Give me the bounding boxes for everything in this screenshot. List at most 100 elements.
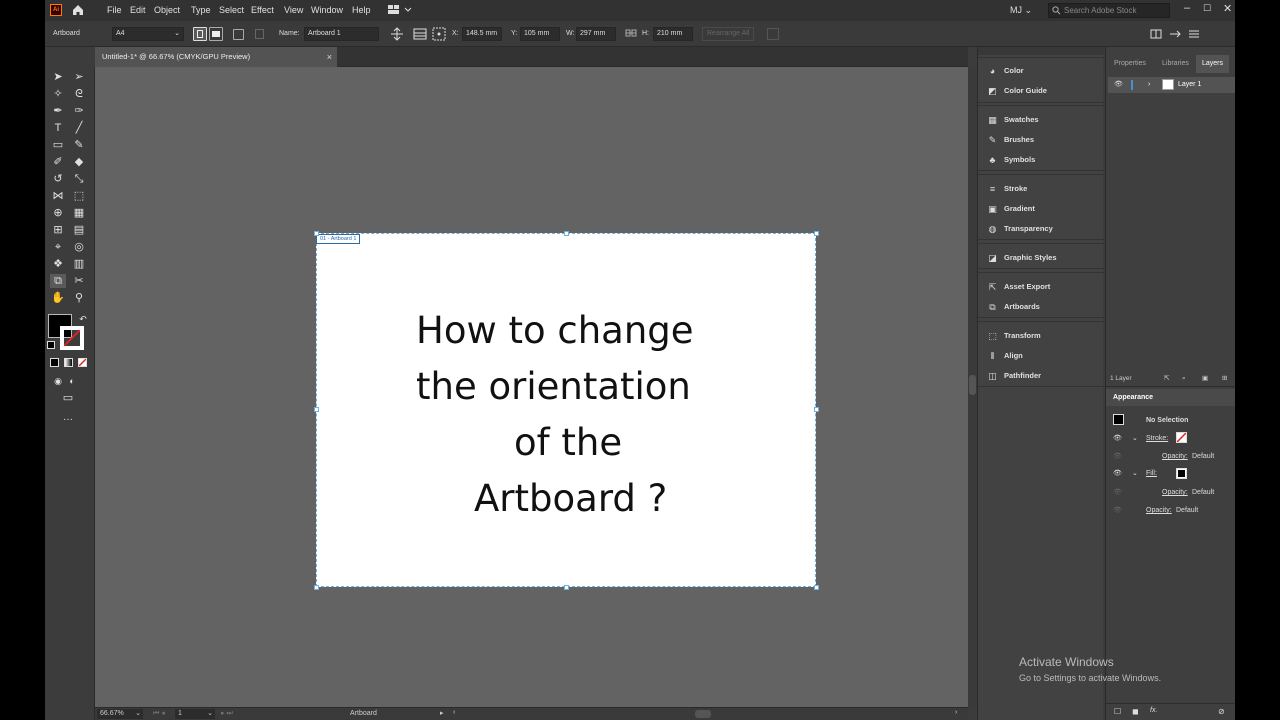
artboard-handle[interactable]: [814, 407, 819, 412]
visibility-eye-icon[interactable]: 👁: [1113, 506, 1122, 514]
artboard-handle[interactable]: [564, 585, 569, 590]
visibility-eye-icon[interactable]: 👁: [1113, 434, 1122, 442]
dock-pathfinder[interactable]: ◫ Pathfinder: [978, 366, 1104, 386]
dock-transform[interactable]: ⬚ Transform: [978, 326, 1104, 346]
swap-fill-stroke-icon[interactable]: ↶: [75, 312, 91, 326]
shape-builder-tool-icon[interactable]: ⊕: [50, 206, 66, 220]
dock-color[interactable]: ◕ Color: [978, 61, 1104, 81]
free-transform-tool-icon[interactable]: ⬚: [71, 189, 87, 203]
artboard-name-field[interactable]: Artboard 1: [304, 27, 379, 41]
close-icon[interactable]: ✕: [1223, 2, 1232, 15]
artboard-handle[interactable]: [814, 585, 819, 590]
panel-menu-icon[interactable]: [1188, 28, 1200, 40]
slice-tool-icon[interactable]: ✂: [71, 274, 87, 288]
rectangle-tool-icon[interactable]: ▭: [50, 138, 66, 152]
magic-wand-tool-icon[interactable]: ✧: [50, 87, 66, 101]
tab-properties[interactable]: Properties: [1108, 55, 1152, 73]
width-field[interactable]: 297 mm: [576, 27, 616, 41]
gradient-tool-icon[interactable]: ▤: [71, 223, 87, 237]
menu-type[interactable]: Type: [191, 5, 211, 15]
tab-libraries[interactable]: Libraries: [1156, 55, 1195, 73]
scroll-thumb[interactable]: [969, 375, 976, 395]
dock-asset-export[interactable]: ⇱ Asset Export: [978, 277, 1104, 297]
fill-swatch[interactable]: [1176, 468, 1187, 479]
fill-label[interactable]: Fill:: [1146, 470, 1157, 477]
pen-tool-icon[interactable]: ✒: [50, 104, 66, 118]
dock-graphic-styles[interactable]: ◪ Graphic Styles: [978, 248, 1104, 268]
curvature-tool-icon[interactable]: ✑: [71, 104, 87, 118]
artboard-preset-select[interactable]: A4 ⌄: [112, 27, 184, 41]
direct-selection-tool-icon[interactable]: ➢: [71, 70, 87, 84]
clipping-mask-icon[interactable]: ▣: [1202, 371, 1208, 387]
dock-gradient[interactable]: ▣ Gradient: [978, 199, 1104, 219]
new-sublayer-icon[interactable]: ⊞: [1222, 371, 1227, 387]
eraser-tool-icon[interactable]: ◆: [71, 155, 87, 169]
dock-color-guide[interactable]: ◩ Color Guide: [978, 81, 1104, 101]
stroke-color-swatch[interactable]: [60, 326, 84, 350]
add-effect-icon[interactable]: fx.: [1150, 707, 1157, 714]
tab-layers[interactable]: Layers: [1196, 55, 1230, 73]
layer-row[interactable]: 👁 › Layer 1 ○: [1108, 77, 1235, 93]
scale-tool-icon[interactable]: ⤡: [71, 172, 87, 186]
add-stroke-icon[interactable]: ☐: [1114, 707, 1121, 716]
visibility-eye-icon[interactable]: 👁: [1113, 488, 1122, 496]
expand-layer-icon[interactable]: ›: [1148, 77, 1150, 93]
none-mode-icon[interactable]: [78, 358, 87, 367]
artboard-tool-icon[interactable]: ⧉: [50, 274, 66, 288]
menu-file[interactable]: File: [107, 5, 122, 15]
zoom-tool-icon[interactable]: ⚲: [71, 291, 87, 305]
opacity-label[interactable]: Opacity:: [1162, 489, 1188, 496]
y-position-field[interactable]: 105 mm: [520, 27, 560, 41]
vertical-scrollbar[interactable]: [968, 67, 977, 707]
dock-transparency[interactable]: ◍ Transparency: [978, 219, 1104, 239]
maximize-icon[interactable]: ☐: [1203, 3, 1211, 14]
expand-stroke-icon[interactable]: ⌄: [1132, 434, 1138, 442]
landscape-orientation-icon[interactable]: [209, 27, 223, 41]
reference-point-icon[interactable]: [432, 27, 446, 41]
x-position-field[interactable]: 148.5 mm: [462, 27, 502, 41]
color-mode-icon[interactable]: [50, 358, 59, 367]
eyedropper-tool-icon[interactable]: ⌖: [50, 240, 66, 254]
portrait-orientation-icon[interactable]: [193, 27, 207, 41]
locate-object-icon[interactable]: ⌕: [1182, 371, 1186, 387]
dock-align[interactable]: ⫴ Align: [978, 346, 1104, 366]
new-artboard-icon[interactable]: [233, 29, 244, 40]
canvas-area[interactable]: 01 - Artboard 1 How to change the orient…: [95, 67, 968, 707]
menu-edit[interactable]: Edit: [130, 5, 146, 15]
menu-window[interactable]: Window: [311, 5, 343, 15]
visibility-eye-icon[interactable]: 👁: [1113, 469, 1122, 477]
status-menu-icon[interactable]: ▸: [440, 709, 444, 717]
artboard-handle[interactable]: [564, 231, 569, 236]
close-tab-icon[interactable]: ×: [327, 47, 332, 67]
global-edit-icon[interactable]: [767, 28, 779, 40]
hand-tool-icon[interactable]: ✋: [50, 291, 66, 305]
align-to-icon[interactable]: [1169, 28, 1181, 40]
artboard-handle[interactable]: [814, 231, 819, 236]
shaper-tool-icon[interactable]: ✐: [50, 155, 66, 169]
dock-symbols[interactable]: ♣ Symbols: [978, 150, 1104, 170]
selection-tool-icon[interactable]: ➤: [50, 70, 66, 84]
visibility-eye-icon[interactable]: 👁: [1113, 452, 1122, 460]
workspace-switcher-icon[interactable]: [387, 4, 413, 16]
default-fill-stroke-icon[interactable]: [47, 341, 55, 349]
dock-swatches[interactable]: ▦ Swatches: [978, 110, 1104, 130]
dock-brushes[interactable]: ✎ Brushes: [978, 130, 1104, 150]
home-icon[interactable]: [71, 3, 85, 17]
stock-search-input[interactable]: Search Adobe Stock: [1048, 3, 1170, 18]
mesh-tool-icon[interactable]: ⊞: [50, 223, 66, 237]
height-field[interactable]: 210 mm: [653, 27, 693, 41]
horizontal-scroll-thumb[interactable]: [695, 710, 711, 718]
next-artboard-icon[interactable]: ▸ ⏭: [221, 709, 233, 718]
add-fill-icon[interactable]: ◼: [1132, 707, 1139, 716]
clear-appearance-icon[interactable]: ⊘: [1218, 707, 1225, 716]
menu-view[interactable]: View: [284, 5, 303, 15]
first-artboard-icon[interactable]: ⏮ ◂: [153, 709, 165, 718]
stroke-swatch[interactable]: [1176, 432, 1187, 443]
column-graph-tool-icon[interactable]: ▥: [71, 257, 87, 271]
width-tool-icon[interactable]: ⋈: [50, 189, 66, 203]
lasso-tool-icon[interactable]: ᘓ: [71, 87, 87, 101]
expand-fill-icon[interactable]: ⌄: [1132, 469, 1138, 477]
menu-effect[interactable]: Effect: [251, 5, 274, 15]
symbol-sprayer-tool-icon[interactable]: ❖: [50, 257, 66, 271]
visibility-eye-icon[interactable]: 👁: [1114, 77, 1123, 93]
